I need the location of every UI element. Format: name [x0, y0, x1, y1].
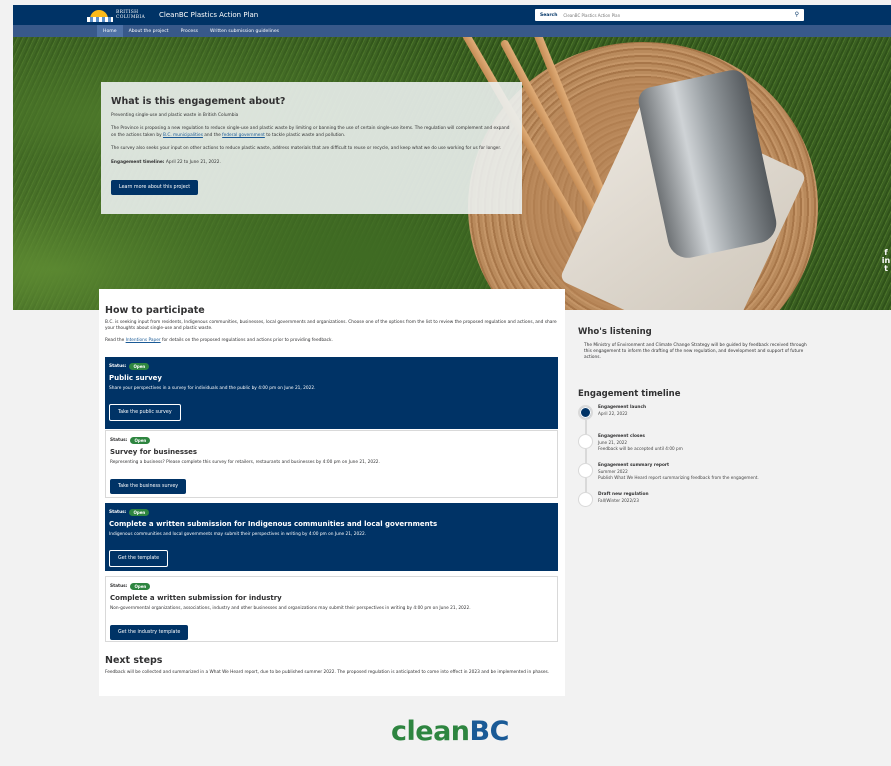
cleanbc-logo-bc: BC: [469, 716, 510, 747]
get-industry-template-button[interactable]: Get the industry template: [110, 625, 189, 640]
participate-title: How to participate: [105, 305, 205, 316]
timeline-item-note: Feedback will be accepted until 4:00 pm: [598, 446, 683, 451]
status-label: Status:: [110, 438, 128, 443]
status-badge: Open: [130, 583, 151, 590]
hero-intro: Preventing single-use and plastic waste …: [111, 113, 239, 118]
hero-timeline-value: April 22 to June 21, 2022.: [164, 159, 221, 165]
logo-text: BRITISH COLUMBIA: [116, 10, 145, 20]
card-title: Public survey: [109, 374, 162, 382]
timeline-item-note: Publish What We Heard report summarizing…: [598, 475, 759, 480]
engagement-timeline: Engagement timeline Engagement launch Ap…: [578, 389, 818, 521]
card-desc: Indigenous communities and local governm…: [109, 532, 367, 537]
take-public-survey-button[interactable]: Take the public survey: [109, 404, 181, 421]
status-row: Status: Open: [110, 437, 553, 444]
timeline-dot: [578, 492, 593, 507]
site-title[interactable]: CleanBC Plastics Action Plan: [159, 11, 258, 19]
status-label: Status:: [109, 510, 127, 515]
timeline-dot-active: [578, 405, 593, 420]
hero-p2-text-c: to tackle plastic waste and pollution.: [264, 132, 346, 138]
link-bc-municipalities[interactable]: B.C. municipalities: [163, 133, 203, 138]
card-title: Complete a written submission for indust…: [110, 594, 282, 602]
timeline-item: Engagement summary report Summer 2022 Pu…: [578, 463, 818, 492]
participate-read: Read the Intentions Paper for details on…: [105, 338, 559, 344]
hero-banner: What is this engagement about? Preventin…: [13, 37, 891, 310]
next-steps-text: Feedback will be collected and summarize…: [105, 670, 550, 675]
hero-paragraph-2: The Province is proposing a new regulati…: [111, 126, 512, 139]
nav-submission-guidelines[interactable]: Written submission guidelines: [204, 25, 285, 37]
card-business-survey: Status: Open Survey for businesses Repres…: [105, 430, 558, 498]
card-industry-submission: Status: Open Complete a written submissio…: [105, 576, 558, 642]
card-indigenous-submission: Status: Open Complete a written submissio…: [105, 503, 558, 571]
card-desc: Share your perspectives in a survey for …: [109, 386, 316, 391]
nav-process[interactable]: Process: [175, 25, 204, 37]
timeline-dot: [578, 463, 593, 478]
hero-title: What is this engagement about?: [111, 96, 286, 107]
status-label: Status:: [110, 584, 128, 589]
get-template-button[interactable]: Get the template: [109, 550, 169, 567]
link-intentions-paper[interactable]: Intentions Paper: [126, 338, 161, 343]
hero-paragraph-3: The survey also seeks your input on othe…: [111, 146, 502, 152]
card-title: Survey for businesses: [110, 448, 198, 456]
hero-p2-text-b: and the: [202, 132, 223, 138]
timeline-item: Draft new regulation Fall/Winter 2022/23: [578, 492, 818, 521]
timeline-item-date: Fall/Winter 2022/23: [598, 498, 639, 503]
cleanbc-logo: cleanBC: [391, 716, 509, 747]
status-row: Status: Open: [110, 583, 553, 590]
whos-listening-text: The Ministry of Environment and Climate …: [584, 343, 807, 360]
hero-timeline: Engagement timeline: April 22 to June 21…: [111, 160, 512, 166]
whos-listening-section: Who's listening The Ministry of Environm…: [578, 327, 808, 361]
nav-about[interactable]: About the project: [123, 25, 175, 37]
timeline-item: Engagement closes June 21, 2022 Feedback…: [578, 434, 818, 463]
status-badge: Open: [129, 363, 150, 370]
timeline-connector: [585, 478, 587, 492]
bc-gov-logo[interactable]: BRITISH COLUMBIA: [87, 8, 145, 22]
logo-line-2: COLUMBIA: [116, 15, 146, 20]
hero-timeline-label: Engagement timeline:: [111, 159, 165, 165]
main-nav: Home About the project Process Written s…: [13, 25, 891, 37]
card-public-survey: Status: Open Public survey Share your per…: [105, 357, 558, 429]
card-desc: Representing a business? Please complete…: [110, 460, 380, 465]
timeline-connector: [585, 449, 587, 463]
card-desc: Non-governmental organizations, associat…: [110, 606, 471, 611]
top-header: BRITISH COLUMBIA CleanBC Plastics Action…: [13, 5, 891, 25]
timeline-dot: [578, 434, 593, 449]
status-badge: Open: [129, 509, 150, 516]
search-box: Search ⚲: [535, 9, 804, 21]
card-title: Complete a written submission for Indige…: [109, 520, 438, 528]
nav-home[interactable]: Home: [97, 25, 123, 37]
status-label: Status:: [109, 364, 127, 369]
whos-listening-title: Who's listening: [578, 327, 652, 337]
status-badge: Open: [130, 437, 151, 444]
timeline-item: Engagement launch April 22, 2022: [578, 405, 818, 434]
cleanbc-logo-clean: clean: [391, 716, 470, 747]
participate-read-a: Read the: [105, 337, 126, 343]
search-icon[interactable]: ⚲: [795, 11, 799, 18]
participate-panel: How to participate B.C. is seeking input…: [99, 289, 565, 696]
search-label: Search: [540, 12, 558, 18]
bc-sun-icon: [87, 8, 113, 22]
participate-intro: B.C. is seeking input from residents, In…: [105, 320, 557, 332]
learn-more-button[interactable]: Learn more about this project: [111, 180, 199, 196]
take-business-survey-button[interactable]: Take the business survey: [110, 479, 187, 494]
participate-read-b: for details on the proposed regulations …: [160, 337, 333, 343]
twitter-icon[interactable]: t: [884, 265, 888, 273]
timeline-title: Engagement timeline: [578, 389, 681, 399]
status-row: Status: Open: [109, 363, 554, 370]
status-row: Status: Open: [109, 509, 554, 516]
timeline-connector: [585, 420, 587, 434]
engagement-intro-card: What is this engagement about? Preventin…: [101, 82, 522, 214]
timeline-item-date: April 22, 2022: [598, 411, 628, 416]
next-steps-section: Next steps Feedback will be collected an…: [105, 655, 560, 676]
search-input[interactable]: [563, 12, 774, 18]
social-share: f in t: [881, 249, 891, 273]
link-federal-government[interactable]: federal government: [222, 133, 265, 138]
next-steps-title: Next steps: [105, 655, 163, 666]
